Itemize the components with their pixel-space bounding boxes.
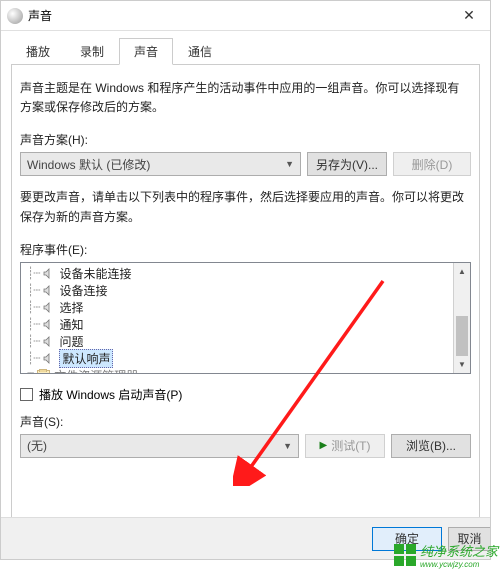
program-events-list[interactable]: ┊┄ 设备未能连接 ┊┄ 设备连接 ┊┄ 选择	[20, 262, 471, 374]
scroll-thumb[interactable]	[456, 316, 468, 356]
test-button: ▶ 测试(T)	[305, 434, 385, 458]
list-item[interactable]: ┊┄ 设备连接	[21, 282, 470, 299]
scroll-up-button[interactable]: ▲	[454, 263, 470, 280]
watermark-logo-icon	[394, 544, 416, 566]
sound-value: (无)	[27, 437, 47, 454]
window-title: 声音	[28, 7, 52, 24]
tab-panel-sounds: 声音主题是在 Windows 和程序产生的活动事件中应用的一组声音。你可以选择现…	[11, 65, 480, 525]
close-button[interactable]: ✕	[448, 2, 490, 30]
list-item[interactable]: ┊┄ 选择	[21, 299, 470, 316]
browse-button[interactable]: 浏览(B)...	[391, 434, 471, 458]
list-item[interactable]: ┊┄ 默认响声	[21, 350, 470, 367]
tab-communications[interactable]: 通信	[173, 38, 227, 65]
speaker-icon	[43, 302, 55, 313]
scroll-down-button[interactable]: ▼	[454, 356, 470, 373]
program-events-label: 程序事件(E):	[20, 241, 471, 258]
checkbox-icon	[20, 388, 33, 401]
sound-dropdown[interactable]: (无) ▼	[20, 434, 299, 458]
list-item[interactable]: ┊┄ 通知	[21, 316, 470, 333]
list-item[interactable]: ┊┄ 设备未能连接	[21, 265, 470, 282]
chevron-down-icon: ▼	[285, 159, 294, 169]
speaker-icon	[43, 319, 55, 330]
watermark-url: www.ycwjzy.com	[420, 560, 498, 569]
folder-icon	[37, 370, 50, 374]
selected-event: 默认响声	[59, 349, 113, 368]
sound-scheme-value: Windows 默认 (已修改)	[27, 156, 150, 173]
tab-strip: 播放 录制 声音 通信	[11, 37, 480, 65]
speaker-icon	[43, 336, 55, 347]
startup-sound-label: 播放 Windows 启动声音(P)	[39, 386, 182, 403]
scrollbar[interactable]: ▲ ▼	[453, 263, 470, 373]
play-icon: ▶	[319, 440, 327, 451]
theme-description: 声音主题是在 Windows 和程序产生的活动事件中应用的一组声音。你可以选择现…	[20, 79, 471, 117]
tab-recording[interactable]: 录制	[65, 38, 119, 65]
speaker-icon	[43, 285, 55, 296]
app-icon	[7, 8, 23, 24]
sound-scheme-dropdown[interactable]: Windows 默认 (已修改) ▼	[20, 152, 301, 176]
events-description: 要更改声音，请单击以下列表中的程序事件，然后选择要应用的声音。你可以将更改保存为…	[20, 188, 471, 226]
speaker-icon	[43, 353, 55, 364]
titlebar: 声音 ✕	[1, 1, 490, 31]
list-item[interactable]: ┊┄ 问题	[21, 333, 470, 350]
watermark: 纯净系统之家 www.ycwjzy.com	[394, 541, 498, 569]
delete-button: 删除(D)	[393, 152, 471, 176]
startup-sound-checkbox[interactable]: 播放 Windows 启动声音(P)	[20, 386, 471, 403]
watermark-text: 纯净系统之家	[420, 541, 498, 560]
sound-dialog: 声音 ✕ 播放 录制 声音 通信 声音主题是在 Windows 和程序产生的活动…	[0, 0, 491, 560]
sound-select-label: 声音(S):	[20, 413, 471, 430]
chevron-down-icon: ▼	[283, 441, 292, 451]
save-as-button[interactable]: 另存为(V)...	[307, 152, 387, 176]
tab-sounds[interactable]: 声音	[119, 38, 173, 65]
list-item[interactable]: ⊞ 文件资源管理器	[21, 367, 470, 374]
tab-playback[interactable]: 播放	[11, 38, 65, 65]
sound-scheme-label: 声音方案(H):	[20, 131, 471, 148]
speaker-icon	[43, 268, 55, 279]
